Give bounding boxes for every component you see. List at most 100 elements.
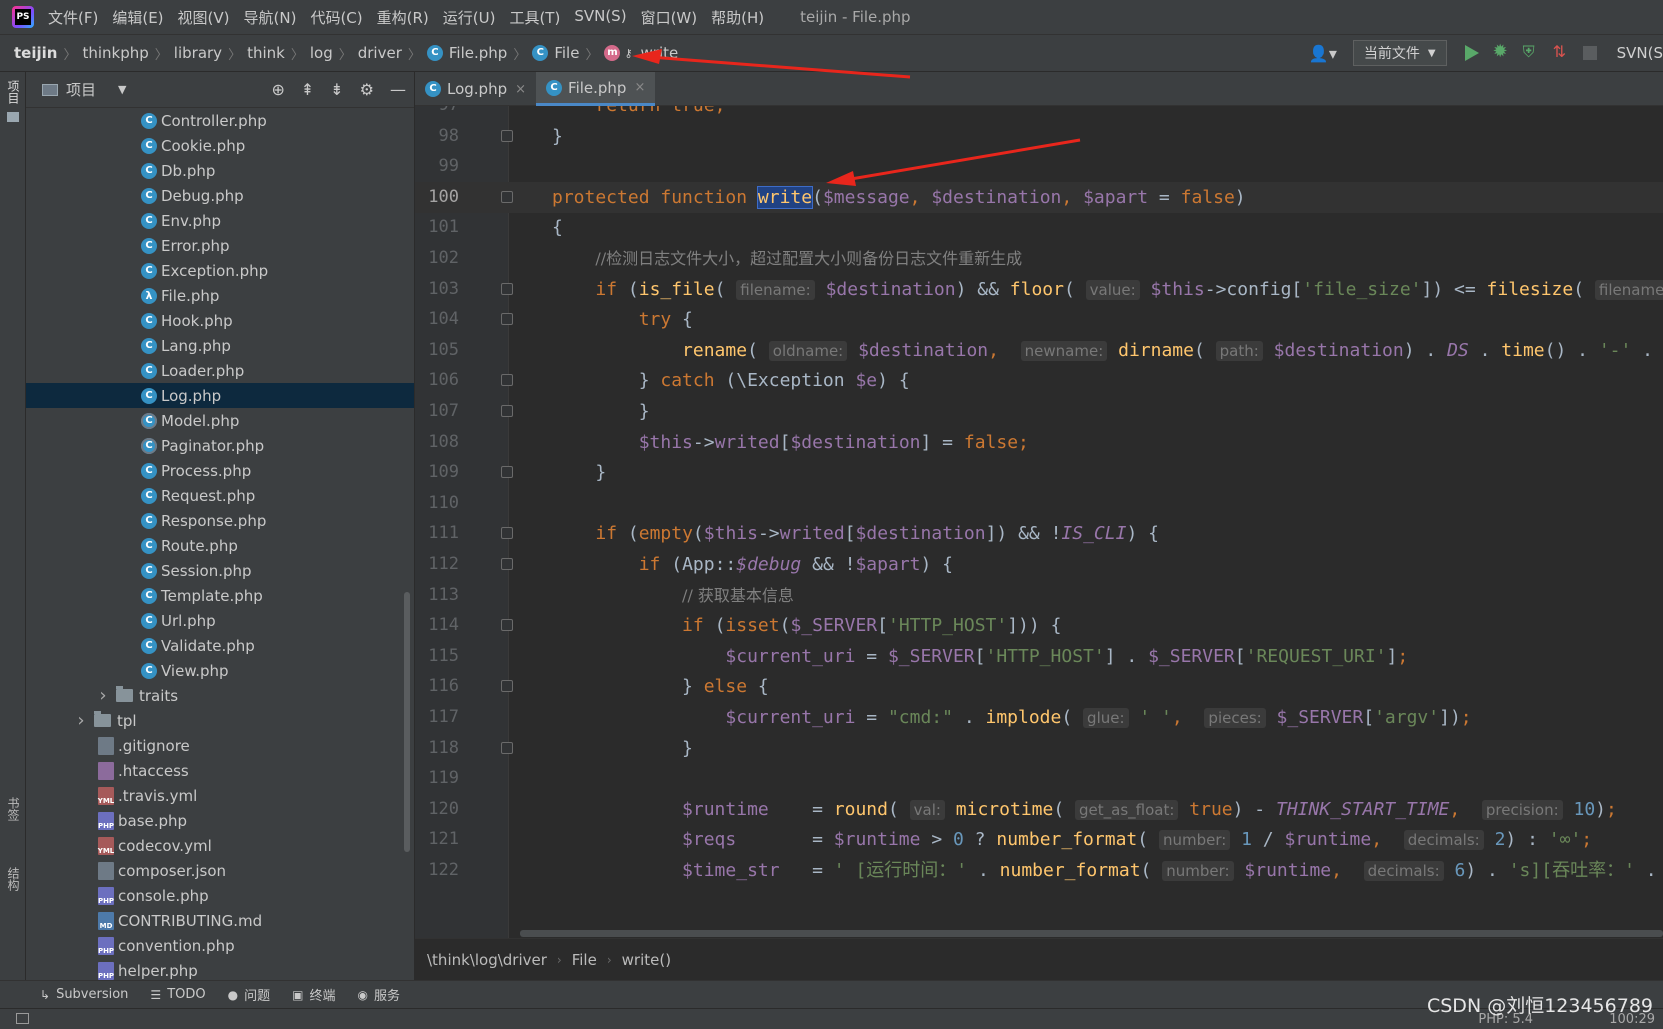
tree-item[interactable]: PHP console.php <box>26 883 414 908</box>
fold-marker-icon[interactable] <box>501 374 513 387</box>
tree-item[interactable]: C Cookie.php <box>26 133 414 158</box>
menu-item[interactable]: 运行(U) <box>443 7 496 28</box>
tree-item[interactable]: C Db.php <box>26 158 414 183</box>
tree-item[interactable]: C Template.php <box>26 583 414 608</box>
tree-item[interactable]: C Error.php <box>26 233 414 258</box>
run-icon[interactable] <box>1464 45 1479 61</box>
tree-item[interactable]: YML codecov.yml <box>26 833 414 858</box>
code-line[interactable]: 106 } catch (\Exception $e) { <box>415 365 1663 396</box>
menu-item[interactable]: 文件(F) <box>48 7 98 28</box>
collapse-all-icon[interactable]: ⇟ <box>330 80 343 99</box>
code-line[interactable]: 109 } <box>415 457 1663 488</box>
menu-item[interactable]: 窗口(W) <box>641 7 698 28</box>
breadcrumb-item[interactable]: C File.php <box>426 44 507 62</box>
breadcrumb-item[interactable]: m ⚷ write <box>604 44 678 62</box>
fold-marker-icon[interactable] <box>501 527 513 540</box>
tool-window-button[interactable]: ◉ 服务 <box>357 985 400 1005</box>
stop-icon[interactable] <box>1582 46 1597 60</box>
tool-windows-toggle-icon[interactable] <box>16 1013 29 1024</box>
tree-item[interactable]: C Session.php <box>26 558 414 583</box>
menu-item[interactable]: 工具(T) <box>509 7 560 28</box>
menu-item[interactable]: 视图(V) <box>178 7 230 28</box>
code-line[interactable]: 122 $time_str = ' [运行时间：' . number_forma… <box>415 855 1663 886</box>
menu-item[interactable]: 导航(N) <box>244 7 297 28</box>
code-line[interactable]: 115 $current_uri = $_SERVER['HTTP_HOST']… <box>415 641 1663 672</box>
fold-marker-icon[interactable] <box>501 129 513 142</box>
tree-item[interactable]: MD CONTRIBUTING.md <box>26 908 414 933</box>
tree-item[interactable]: C Exception.php <box>26 258 414 283</box>
coverage-icon[interactable]: ⛨ <box>1523 42 1541 61</box>
tool-window-button[interactable]: ● 问题 <box>228 985 271 1005</box>
locate-icon[interactable]: ⊕ <box>271 80 284 99</box>
tree-item[interactable]: PHP base.php <box>26 808 414 833</box>
profile-icon[interactable]: ⇅ <box>1553 42 1571 61</box>
breadcrumb-item[interactable]: log <box>310 44 333 62</box>
debug-icon[interactable]: ✹ <box>1493 41 1511 62</box>
code-line[interactable]: 102 //检测日志文件大小，超过配置大小则备份日志文件重新生成 <box>415 243 1663 274</box>
fold-marker-icon[interactable] <box>501 558 513 570</box>
code-line[interactable]: 110 <box>415 488 1663 519</box>
code-line[interactable]: 119 <box>415 763 1663 794</box>
menu-item[interactable]: 重构(R) <box>377 7 429 28</box>
code-line[interactable]: 112 if (App::$debug && !$apart) { <box>415 549 1663 580</box>
editor-tab[interactable]: C Log.php × <box>415 72 536 106</box>
project-scrollbar[interactable] <box>404 592 410 852</box>
tree-item[interactable]: C Validate.php <box>26 633 414 658</box>
tree-item[interactable]: C Model.php <box>26 408 414 433</box>
expand-all-icon[interactable]: ⇞ <box>301 80 314 99</box>
code-line[interactable]: 114 if (isset($_SERVER['HTTP_HOST'])) { <box>415 610 1663 641</box>
tree-item[interactable]: › traits <box>26 683 414 708</box>
editor-breadcrumb-item[interactable]: write() <box>622 951 671 969</box>
menu-item[interactable]: 代码(C) <box>310 7 362 28</box>
tree-item[interactable]: .gitignore <box>26 733 414 758</box>
fold-marker-icon[interactable] <box>501 282 513 295</box>
fold-marker-icon[interactable] <box>501 313 513 326</box>
user-icon[interactable]: 👤▾ <box>1309 44 1339 63</box>
structure-tool-tab[interactable]: 结构 <box>4 867 22 891</box>
breadcrumb-item[interactable]: thinkphp <box>82 44 148 62</box>
breadcrumb-item[interactable]: think <box>247 44 285 62</box>
svn-menu[interactable]: SVN(S <box>1617 44 1663 62</box>
code-line[interactable]: 99 <box>415 151 1663 182</box>
project-tool-tab[interactable]: 项目 <box>4 80 22 104</box>
fold-marker-icon[interactable] <box>501 741 513 754</box>
code-line[interactable]: 117 $current_uri = "cmd:" . implode( glu… <box>415 702 1663 733</box>
code-line[interactable]: 120 $runtime = round( val: microtime( ge… <box>415 794 1663 825</box>
tree-item[interactable]: .htaccess <box>26 758 414 783</box>
menu-item[interactable]: 编辑(E) <box>112 7 163 28</box>
bookmarks-tool-tab[interactable]: 书签 <box>4 797 22 821</box>
tree-item[interactable]: PHP helper.php <box>26 958 414 980</box>
breadcrumb-item[interactable]: teijin <box>14 44 57 62</box>
code-line[interactable]: 104 try { <box>415 304 1663 335</box>
expand-arrow-icon[interactable]: › <box>74 710 88 731</box>
tree-item[interactable]: C Lang.php <box>26 333 414 358</box>
close-icon[interactable]: × <box>634 80 645 95</box>
tree-item[interactable]: C View.php <box>26 658 414 683</box>
tree-item[interactable]: PHP convention.php <box>26 933 414 958</box>
breadcrumb-item[interactable]: C File <box>532 44 579 62</box>
tree-item[interactable]: C Debug.php <box>26 183 414 208</box>
breadcrumb-item[interactable]: library <box>174 44 222 62</box>
editor-breadcrumb-item[interactable]: File <box>572 951 597 969</box>
code-line[interactable]: 98} <box>415 121 1663 152</box>
code-line[interactable]: 105 rename( oldname: $destination, newna… <box>415 335 1663 366</box>
code-line[interactable]: 108 $this->writed[$destination] = false; <box>415 427 1663 458</box>
code-line[interactable]: 100 protected function write($message, $d… <box>415 181 1663 213</box>
hide-panel-icon[interactable]: — <box>390 80 406 99</box>
menu-item[interactable]: SVN(S) <box>574 7 626 28</box>
code-line[interactable]: 111 if (empty($this->writed[$destination… <box>415 518 1663 549</box>
tree-item[interactable]: λ File.php <box>26 283 414 308</box>
tree-item[interactable]: C Log.php <box>26 383 414 408</box>
tree-item[interactable]: C Loader.php <box>26 358 414 383</box>
gear-icon[interactable]: ⚙ <box>360 80 374 99</box>
code-editor[interactable]: 97 return true;98}99100protected functio… <box>415 106 1663 938</box>
fold-marker-icon[interactable] <box>501 619 513 632</box>
tree-item[interactable]: C Url.php <box>26 608 414 633</box>
tree-item[interactable]: composer.json <box>26 858 414 883</box>
tree-item[interactable]: C Hook.php <box>26 308 414 333</box>
tree-item[interactable]: C Response.php <box>26 508 414 533</box>
tool-window-button[interactable]: ↳ Subversion <box>40 987 128 1002</box>
tree-item[interactable]: C Process.php <box>26 458 414 483</box>
fold-marker-icon[interactable] <box>501 190 513 203</box>
run-config-select[interactable]: 当前文件 ▼ <box>1352 40 1447 66</box>
